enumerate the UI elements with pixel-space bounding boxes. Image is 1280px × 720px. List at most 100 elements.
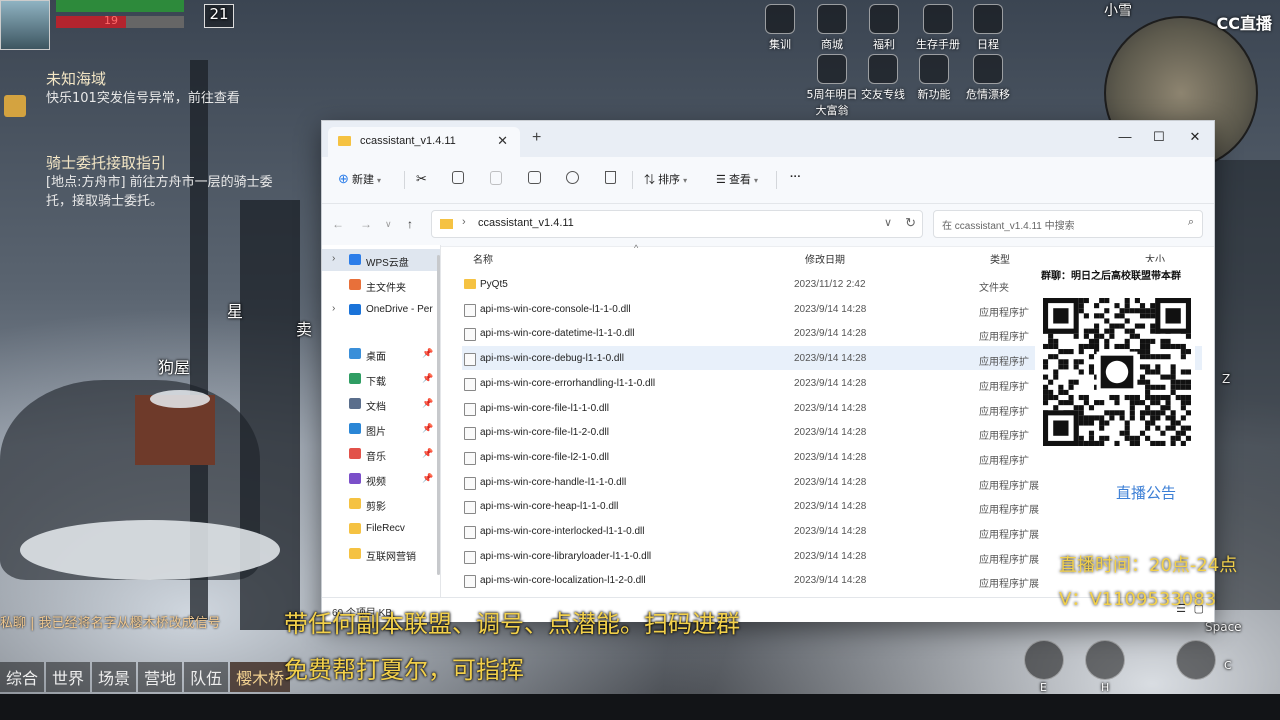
avatar[interactable]	[0, 0, 50, 50]
navigation-bar: ← → ∨ ↑ › ccassistant_v1.4.11 ∨ ↻ 在 ccas…	[322, 204, 1214, 247]
breadcrumb[interactable]: ccassistant_v1.4.11	[478, 217, 574, 229]
up-arrow-icon[interactable]: ↑	[407, 217, 413, 231]
file-date: 2023/9/14 14:28	[794, 402, 867, 414]
menu-handbook-icon[interactable]: 生存手册	[910, 4, 966, 52]
delete-icon[interactable]	[605, 171, 616, 184]
sidebar-item[interactable]: 视频 📌	[322, 468, 440, 490]
more-button[interactable]: ···	[790, 171, 801, 183]
address-bar[interactable]: › ccassistant_v1.4.11 ∨ ↻	[431, 210, 923, 238]
rename-icon[interactable]	[528, 171, 541, 184]
sidebar-item[interactable]: 音乐 📌	[322, 443, 440, 465]
quest-2[interactable]: 骑士委托接取指引 [地点:方舟市] 前往方舟市一层的骑士委托，接取骑士委托。	[46, 152, 276, 211]
pin-icon: 📌	[422, 348, 434, 358]
refresh-icon[interactable]: ↻	[905, 215, 916, 231]
sidebar-item[interactable]: 主文件夹	[322, 274, 440, 296]
column-type[interactable]: 类型	[990, 251, 1010, 266]
menu-training-icon[interactable]: 集训	[760, 4, 800, 52]
new-tab-button[interactable]: +	[532, 129, 541, 147]
expand-chevron-icon[interactable]: ›	[332, 253, 335, 264]
menu-anniversary-icon[interactable]: 5周年明日大富翁	[806, 54, 858, 118]
skill-button[interactable]	[1176, 640, 1216, 680]
skill-button[interactable]	[1024, 640, 1064, 680]
share-icon[interactable]	[566, 171, 579, 184]
maximize-button[interactable]: ☐	[1142, 124, 1176, 150]
cut-icon[interactable]: ✂	[416, 171, 427, 187]
address-dropdown-icon[interactable]: ∨	[884, 216, 892, 229]
chat-tabs: 综合 世界 场景 营地 队伍 樱木桥	[0, 662, 292, 692]
close-window-button[interactable]: ✕	[1178, 124, 1212, 150]
chat-tab[interactable]: 队伍	[184, 662, 229, 692]
close-tab-icon[interactable]: ✕	[497, 133, 508, 149]
sort-label: 排序	[658, 174, 681, 186]
qr-title: 群聊：明日之后高校联盟带本群	[1041, 271, 1181, 282]
recent-chevron-icon[interactable]: ∨	[385, 219, 392, 230]
expand-chevron-icon[interactable]: ›	[332, 303, 335, 314]
chat-tab[interactable]: 世界	[46, 662, 91, 692]
file-type: 应用程序扩展	[979, 505, 1039, 517]
level-badge[interactable]: 21	[204, 4, 234, 28]
folder-icon	[440, 219, 453, 229]
tab-title: ccassistant_v1.4.11	[360, 135, 456, 147]
chevron-down-icon: ▾	[683, 176, 688, 185]
menu-newfeature-icon[interactable]: 新功能	[914, 54, 954, 102]
copy-icon[interactable]	[452, 171, 464, 184]
dll-file-icon	[464, 476, 476, 490]
search-box[interactable]: 在 ccassistant_v1.4.11 中搜索 ⌕	[933, 210, 1203, 238]
chat-tab[interactable]: 营地	[138, 662, 183, 692]
menu-friends-icon[interactable]: 交友专线	[858, 54, 908, 102]
file-type: 应用程序扩展	[979, 579, 1039, 591]
new-button[interactable]: ⊕ 新建 ▾	[338, 171, 381, 187]
sidebar-item[interactable]: › OneDrive - Per	[322, 299, 440, 321]
chat-tab[interactable]: 场景	[92, 662, 137, 692]
forward-arrow-icon[interactable]: →	[360, 217, 372, 231]
file-type: 应用程序扩	[979, 381, 1029, 393]
skill-key: Space	[1205, 620, 1242, 634]
quest-desc: [地点:方舟市] 前往方舟市一层的骑士委托，接取骑士委托。	[46, 175, 273, 209]
column-date[interactable]: 修改日期	[805, 251, 845, 266]
dll-file-icon	[464, 402, 476, 416]
chat-tab[interactable]: 樱木桥	[230, 662, 291, 692]
menu-schedule-icon[interactable]: 日程	[968, 4, 1008, 52]
sort-button[interactable]: ⇅ 排序 ▾	[644, 171, 687, 187]
file-row[interactable]: api-ms-win-core-interlocked-l1-1-0.dll 20…	[462, 519, 1202, 543]
health-bar	[56, 0, 184, 12]
menu-drift-icon[interactable]: 危情漂移	[964, 54, 1012, 102]
tab-ccassistant[interactable]: ccassistant_v1.4.11 ✕	[328, 127, 520, 157]
bottom-strip	[0, 694, 1280, 720]
sidebar-item[interactable]: 互联网营销	[322, 543, 440, 565]
file-row[interactable]: api-ms-win-core-heap-l1-1-0.dll 2023/9/14…	[462, 494, 1202, 518]
sidebar-item[interactable]: 下载 📌	[322, 368, 440, 390]
skill-key: E	[1040, 681, 1047, 694]
file-type: 应用程序扩	[979, 455, 1029, 467]
sidebar-item[interactable]: › WPS云盘	[322, 249, 440, 271]
dll-file-icon	[464, 427, 476, 441]
skill-button[interactable]	[1085, 640, 1125, 680]
file-row[interactable]: api-ms-win-core-handle-l1-1-0.dll 2023/9/…	[462, 470, 1202, 494]
sidebar-item[interactable]: 文档 📌	[322, 393, 440, 415]
menu-welfare-icon[interactable]: 福利	[864, 4, 904, 52]
file-date: 2023/9/14 14:28	[794, 328, 867, 340]
file-date: 2023/11/12 2:42	[794, 279, 866, 290]
menu-shop-icon[interactable]: 商城	[812, 4, 852, 52]
paste-icon[interactable]	[490, 171, 502, 185]
cloud-icon	[349, 254, 361, 265]
sidebar-scrollbar[interactable]	[437, 255, 440, 575]
sidebar-item[interactable]: FileRecv	[322, 518, 440, 540]
column-name[interactable]: 名称	[473, 251, 493, 266]
navigation-pane: › WPS云盘 主文件夹 › OneDrive - Per 桌面 📌 下载 📌 文档 📌 图片 📌 音乐 📌…	[322, 245, 441, 597]
pin-icon: 📌	[422, 473, 434, 483]
file-name: api-ms-win-core-interlocked-l1-1-0.dll	[480, 526, 645, 537]
sidebar-item-label: 互联网营销	[366, 552, 416, 563]
back-arrow-icon[interactable]: ←	[332, 217, 344, 231]
right-building	[1210, 160, 1280, 610]
view-button[interactable]: ☰ 查看 ▾	[716, 171, 758, 187]
minimize-button[interactable]: —	[1108, 124, 1142, 150]
sidebar-item[interactable]: 桌面 📌	[322, 343, 440, 365]
sort-indicator-icon: ^	[634, 243, 639, 253]
file-type: 文件夹	[979, 283, 1009, 294]
quest-1[interactable]: 未知海域 快乐101突发信号异常，前往查看	[46, 68, 276, 108]
chat-tab[interactable]: 综合	[0, 662, 45, 692]
sidebar-item[interactable]: 图片 📌	[322, 418, 440, 440]
sidebar-item-label: 图片	[366, 427, 386, 438]
sidebar-item[interactable]: 剪影	[322, 493, 440, 515]
